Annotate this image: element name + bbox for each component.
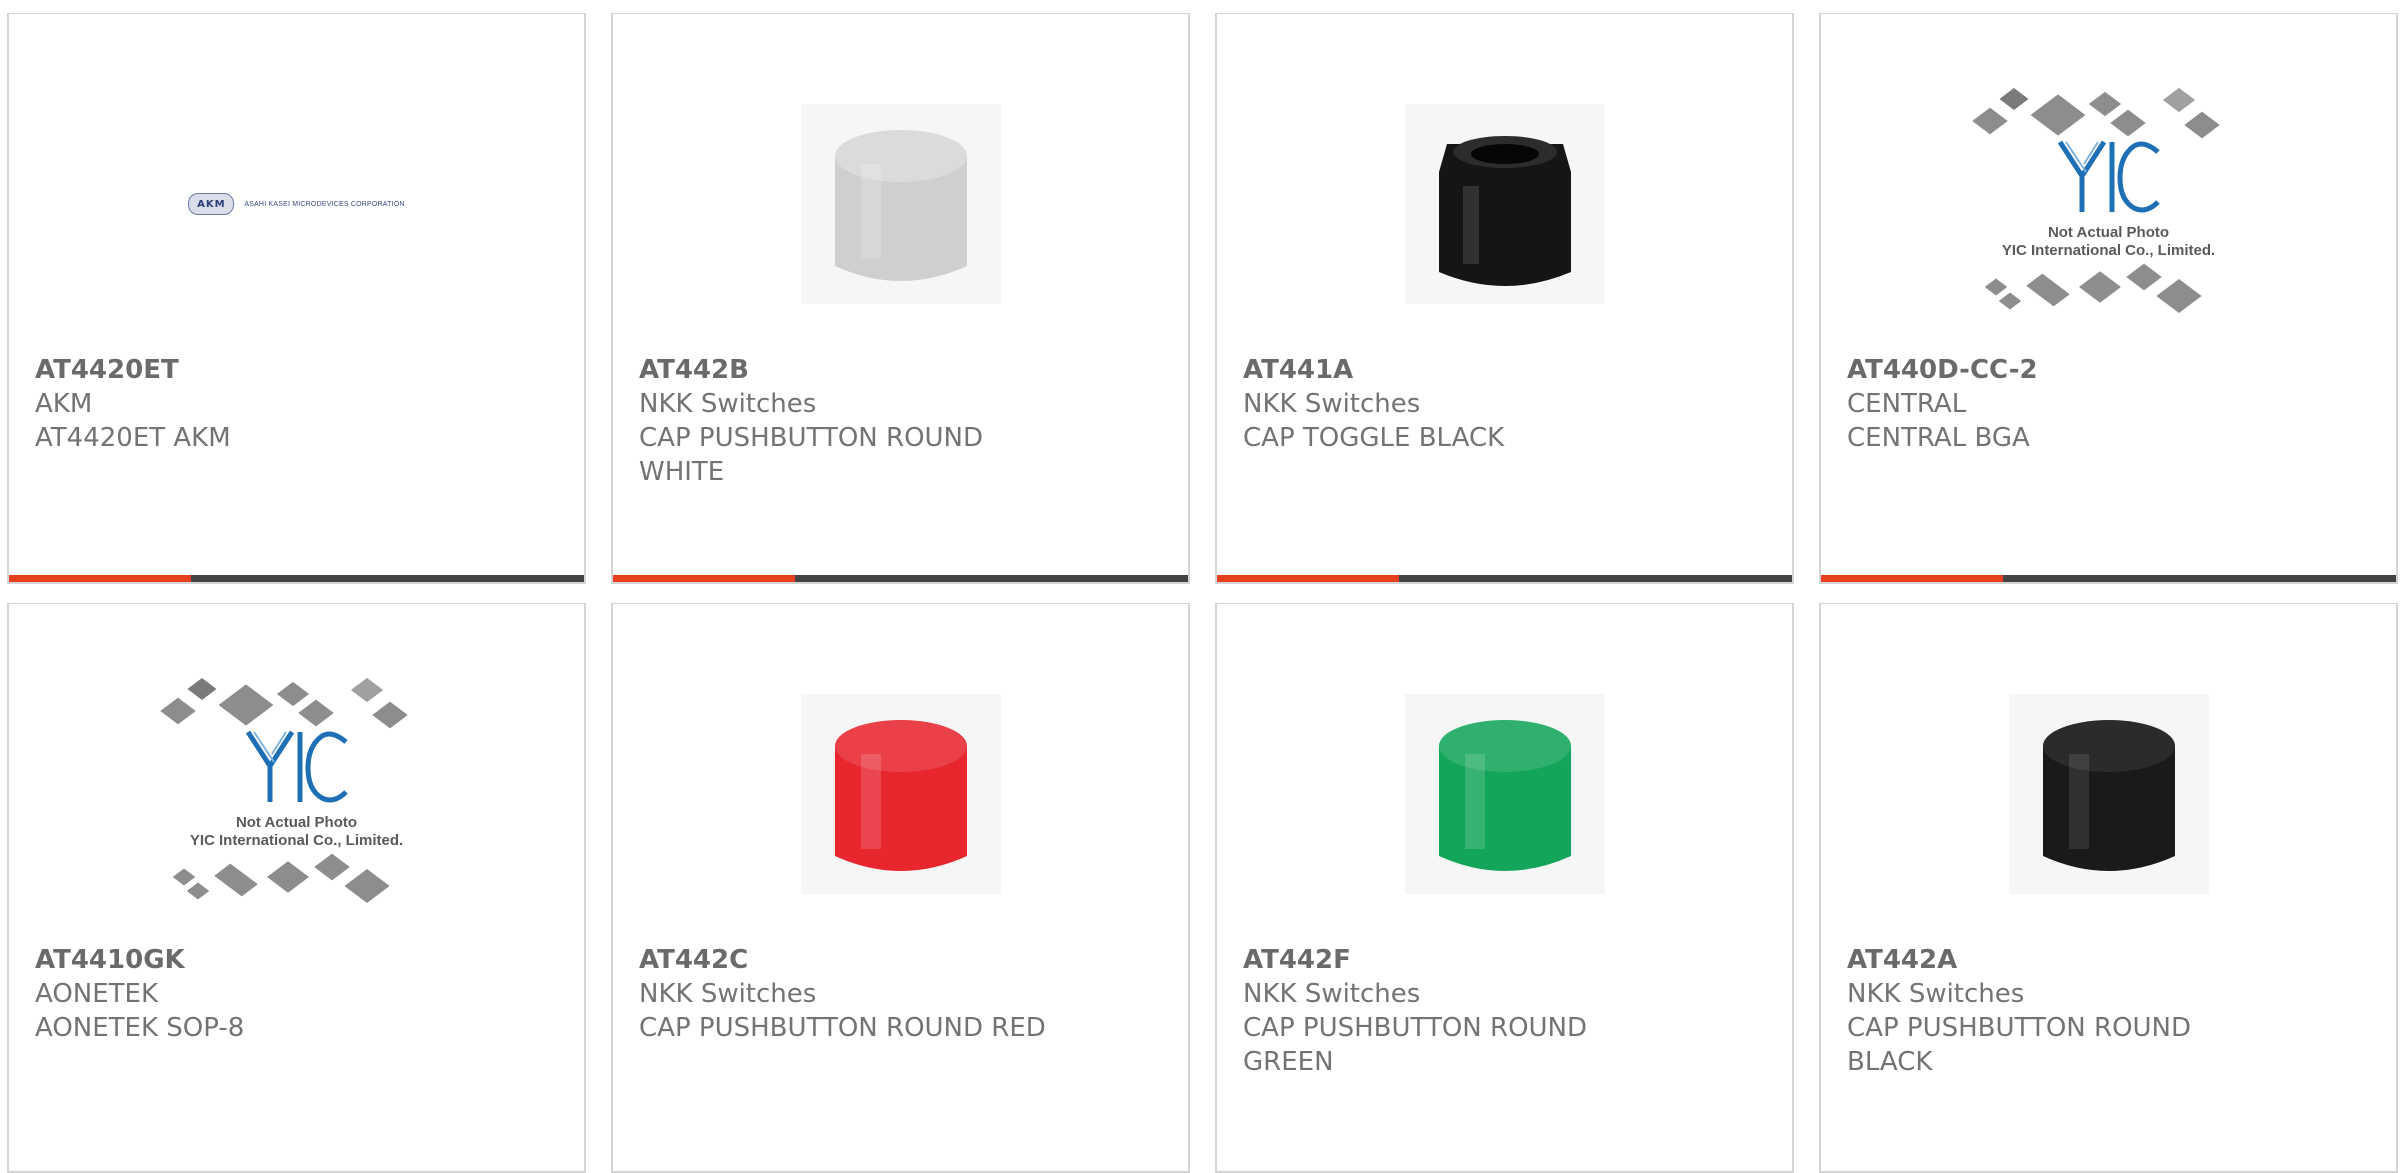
product-card[interactable]: AT442F NKK Switches CAP PUSHBUTTON ROUND… (1215, 603, 1794, 1173)
product-card[interactable]: AT442A NKK Switches CAP PUSHBUTTON ROUND… (1819, 603, 2398, 1173)
manufacturer: NKK Switches (1243, 389, 1421, 419)
product-image[interactable]: Not Actual Photo YIC International Co., … (1821, 54, 2396, 354)
part-number-link[interactable]: AT442B (639, 353, 1168, 387)
description-line: BLACK (1847, 1047, 1933, 1077)
placeholder-text: YIC International Co., Limited. (2001, 242, 2216, 259)
description-line: CAP PUSHBUTTON ROUND (1847, 1013, 2192, 1043)
product-card[interactable]: AT441A NKK Switches CAP TOGGLE BLACK (1215, 13, 1794, 584)
product-image[interactable]: Not Actual Photo YIC International Co., … (9, 644, 584, 944)
cap-icon (800, 694, 1001, 894)
description-line: CAP PUSHBUTTON ROUND RED (639, 1013, 1046, 1043)
product-image[interactable] (1217, 644, 1792, 944)
manufacturer: AONETEK (35, 979, 159, 1009)
part-number-link[interactable]: AT4420ET (35, 353, 564, 387)
card-accent-bar (9, 575, 584, 582)
product-card[interactable]: AT442B NKK Switches CAP PUSHBUTTON ROUND… (611, 13, 1190, 584)
card-accent-bar (1217, 575, 1792, 582)
manufacturer: NKK Switches (639, 979, 817, 1009)
product-image[interactable]: AKM ASAHI KASEI MICRODEVICES CORPORATION (9, 54, 584, 354)
description-line: CAP PUSHBUTTON ROUND (1243, 1013, 1588, 1043)
accent-orange (613, 575, 795, 582)
yic-logo-icon (157, 726, 437, 806)
product-image[interactable] (1821, 644, 2396, 944)
card-accent-bar (1821, 575, 2396, 582)
part-number-link[interactable]: AT4410GK (35, 943, 564, 977)
placeholder-text: Not Actual Photo (2047, 224, 2170, 241)
description-line: WHITE (639, 457, 725, 487)
product-image[interactable] (613, 54, 1188, 354)
description-line: GREEN (1243, 1047, 1334, 1077)
not-actual-photo-placeholder: Not Actual Photo YIC International Co., … (157, 674, 437, 914)
product-card[interactable]: Not Actual Photo YIC International Co., … (1819, 13, 2398, 584)
akm-logo: AKM ASAHI KASEI MICRODEVICES CORPORATION (188, 193, 404, 215)
akm-logo-text: ASAHI KASEI MICRODEVICES CORPORATION (244, 200, 405, 208)
product-card[interactable]: AT442C NKK Switches CAP PUSHBUTTON ROUND… (611, 603, 1190, 1173)
part-number-link[interactable]: AT442A (1847, 943, 2376, 977)
toggle-cap-icon (1404, 104, 1605, 304)
description-line: CAP PUSHBUTTON ROUND (639, 423, 984, 453)
cap-icon (1404, 694, 1605, 894)
not-actual-photo-placeholder: Not Actual Photo YIC International Co., … (1969, 84, 2249, 324)
accent-orange (1821, 575, 2003, 582)
product-card[interactable]: AKM ASAHI KASEI MICRODEVICES CORPORATION… (7, 13, 586, 584)
description-line: CAP TOGGLE BLACK (1243, 423, 1505, 453)
manufacturer: NKK Switches (639, 389, 817, 419)
description-line: AT4420ET AKM (35, 423, 231, 453)
placeholder-text: Not Actual Photo (235, 814, 358, 831)
part-number-link[interactable]: AT442F (1243, 943, 1772, 977)
accent-orange (1217, 575, 1399, 582)
part-number-link[interactable]: AT441A (1243, 353, 1772, 387)
product-image[interactable] (613, 644, 1188, 944)
product-card[interactable]: Not Actual Photo YIC International Co., … (7, 603, 586, 1173)
manufacturer: NKK Switches (1847, 979, 2025, 1009)
part-number-link[interactable]: AT440D-CC-2 (1847, 353, 2376, 387)
manufacturer: AKM (35, 389, 93, 419)
description-line: CENTRAL BGA (1847, 423, 2030, 453)
yic-logo-icon (1969, 136, 2249, 216)
part-number-link[interactable]: AT442C (639, 943, 1168, 977)
manufacturer: CENTRAL (1847, 389, 1967, 419)
product-image[interactable] (1217, 54, 1792, 354)
manufacturer: NKK Switches (1243, 979, 1421, 1009)
akm-logo-badge: AKM (188, 193, 235, 215)
cap-icon (800, 104, 1001, 304)
card-accent-bar (613, 575, 1188, 582)
placeholder-text: YIC International Co., Limited. (189, 832, 404, 849)
cap-icon (2008, 694, 2209, 894)
description-line: AONETEK SOP-8 (35, 1013, 245, 1043)
accent-orange (9, 575, 191, 582)
